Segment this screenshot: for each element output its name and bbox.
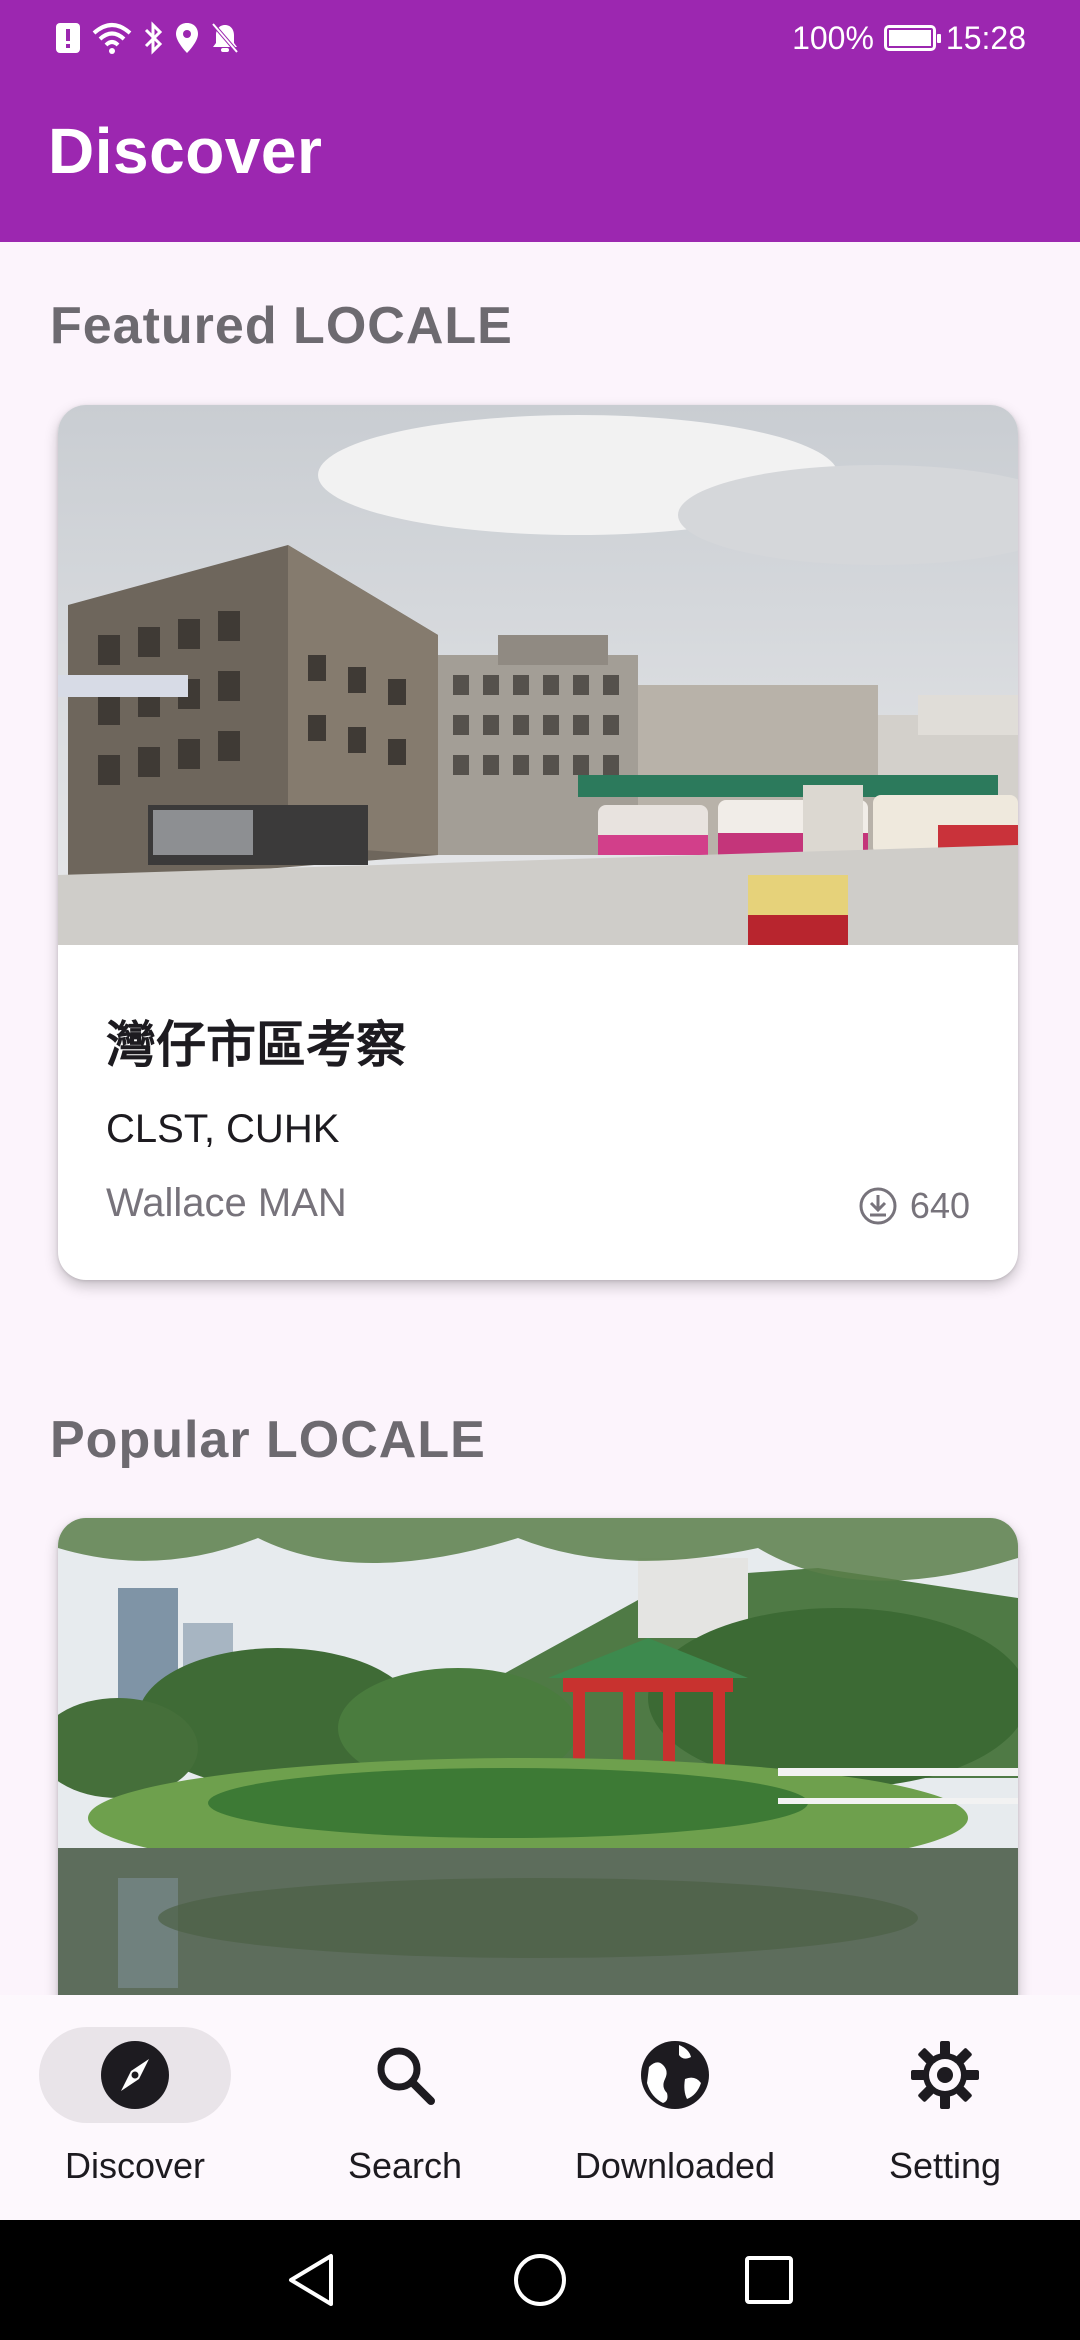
nav-label-search: Search <box>347 2145 463 2186</box>
home-icon[interactable] <box>513 2253 567 2307</box>
app-bar: Discover <box>0 76 1080 242</box>
battery-icon <box>883 25 941 51</box>
wifi-icon <box>92 23 132 54</box>
card-organization: CLST, CUHK <box>106 1107 340 1151</box>
nav-label-downloaded: Downloaded <box>574 2145 776 2186</box>
featured-section-title: Featured LOCALE <box>50 297 513 355</box>
nav-label-setting: Setting <box>888 2145 1002 2186</box>
alert-icon <box>56 23 80 53</box>
globe-icon <box>641 2041 709 2109</box>
status-bar: 100% 15:28 <box>0 0 1080 76</box>
location-icon <box>176 23 198 53</box>
download-icon <box>859 1187 897 1225</box>
gear-icon <box>911 2041 979 2109</box>
card-title: 灣仔市區考察 <box>106 1017 406 1073</box>
nav-downloaded[interactable]: Downloaded <box>540 1995 810 2220</box>
clock: 15:28 <box>945 19 1026 56</box>
recents-icon[interactable] <box>744 2255 794 2305</box>
nav-label-discover: Discover <box>64 2145 206 2186</box>
bottom-navigation: Discover Search Downloaded Setting <box>0 1995 1080 2220</box>
page-title: Discover <box>48 115 323 187</box>
download-count-value: 640 <box>909 1185 970 1226</box>
back-icon[interactable] <box>285 2252 337 2308</box>
status-right: 100% 15:28 <box>792 16 1026 60</box>
download-count: 640 <box>858 1185 970 1227</box>
bell-off-icon <box>211 22 239 54</box>
battery-percent: 100% <box>792 19 874 56</box>
featured-card-image <box>58 405 1018 945</box>
nav-setting[interactable]: Setting <box>810 1995 1080 2220</box>
system-navigation-bar <box>0 2220 1080 2340</box>
nav-search[interactable]: Search <box>270 1995 540 2220</box>
compass-icon <box>101 2041 169 2109</box>
featured-locale-card[interactable]: 灣仔市區考察 CLST, CUHK Wallace MAN 640 <box>58 405 1018 1280</box>
nav-active-indicator <box>39 2027 231 2123</box>
nav-discover[interactable]: Discover <box>0 1995 270 2220</box>
status-icons <box>54 18 240 58</box>
popular-card-image <box>58 1518 1018 2058</box>
search-icon <box>377 2047 435 2105</box>
card-author: Wallace MAN <box>106 1181 347 1225</box>
popular-section-title: Popular LOCALE <box>50 1411 486 1469</box>
bluetooth-icon <box>144 21 163 55</box>
